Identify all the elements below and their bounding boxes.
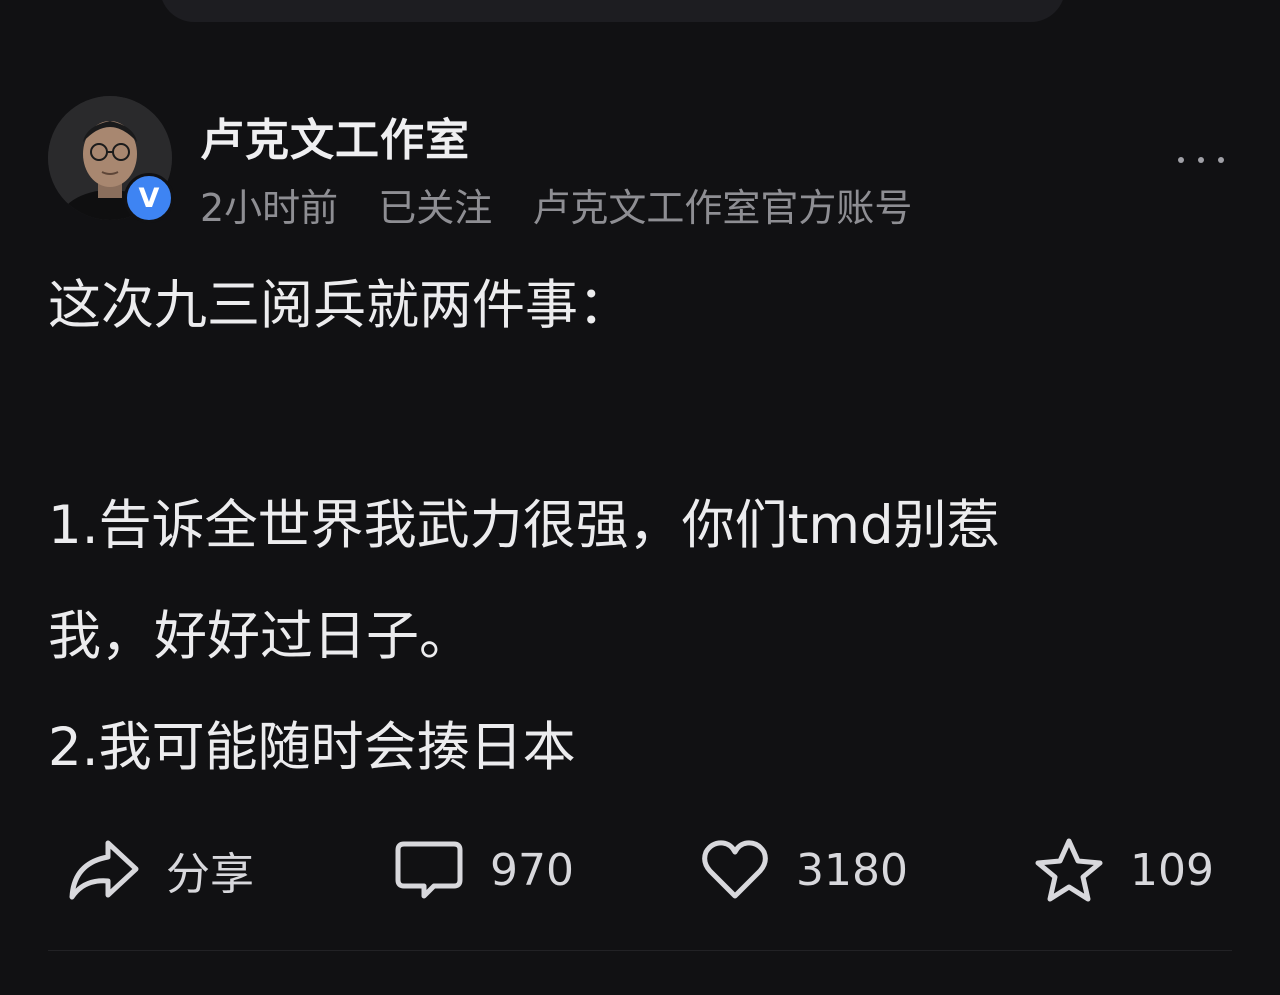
comment-bubble-icon [394,838,464,902]
like-button[interactable]: 3180 [700,820,908,920]
favorite-count: 109 [1130,844,1214,896]
account-description: 卢克文工作室官方账号 [532,186,913,230]
author-name[interactable]: 卢克文工作室 [200,104,470,168]
top-search-bar[interactable] [160,0,1065,22]
share-arrow-icon [66,837,140,903]
favorite-button[interactable]: 109 [1034,820,1214,920]
share-button[interactable]: 分享 [66,820,254,920]
action-bar: 分享 970 3180 109 [0,820,1280,920]
like-count: 3180 [796,844,908,896]
divider [48,950,1232,951]
comment-button[interactable]: 970 [394,820,574,920]
post-time: 2小时前 [200,186,339,230]
share-label: 分享 [166,849,254,900]
heart-icon [700,838,770,902]
post-page: V 卢克文工作室 2小时前 已关注 卢克文工作室官方账号 这次九三阅兵就两件事：… [0,0,1280,995]
post-body-line: 这次九三阅兵就两件事： [48,275,631,336]
post-body-line: 我，好好过日子。 [48,606,472,667]
star-icon [1034,837,1104,903]
more-options-button[interactable] [1178,145,1224,175]
more-icon [1178,157,1184,163]
post-body-line: 1.告诉全世界我武力很强，你们tmd别惹 [48,495,1000,556]
comment-count: 970 [490,844,574,896]
post-body-line: 2.我可能随时会揍日本 [48,717,576,778]
post-meta: 2小时前 已关注 卢克文工作室官方账号 [200,177,940,232]
follow-status[interactable]: 已关注 [378,186,492,230]
verified-badge: V [124,173,174,223]
